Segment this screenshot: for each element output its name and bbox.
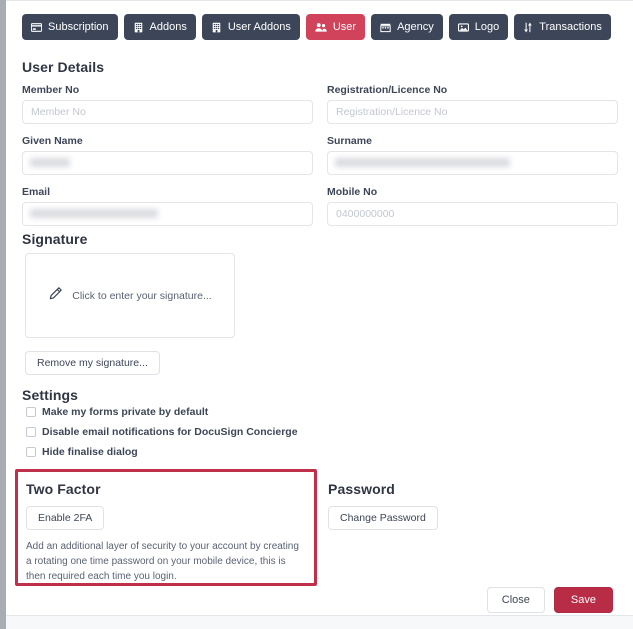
user-details-section: User Details Member No Registration/Lice… [22, 59, 619, 237]
surname-input[interactable] [327, 151, 618, 175]
checkbox-disable-email-notifications[interactable] [26, 427, 36, 437]
tab-transactions[interactable]: Transactions [514, 14, 611, 40]
given-name-label: Given Name [22, 135, 83, 147]
tab-user-label: User [332, 20, 357, 33]
two-factor-section: Two Factor Enable 2FA Add an additional … [26, 481, 306, 584]
tab-user-addons-label: User Addons [227, 20, 291, 33]
settings-heading: Settings [22, 387, 79, 403]
tab-subscription[interactable]: Subscription [22, 14, 118, 40]
users-icon [315, 22, 327, 33]
field-member-no: Member No [22, 84, 313, 124]
setting-label-disable-email-notifications: Disable email notifications for DocuSign… [42, 426, 298, 438]
mobile-no-input[interactable] [327, 202, 618, 226]
mobile-no-label: Mobile No [327, 186, 378, 198]
surname-label: Surname [327, 135, 372, 147]
setting-label-forms-private: Make my forms private by default [42, 406, 209, 418]
tab-addons[interactable]: Addons [123, 14, 196, 40]
field-mobile-no: Mobile No [327, 186, 618, 226]
setting-row-hide-finalise-dialog[interactable]: Hide finalise dialog [26, 446, 298, 458]
registration-no-input[interactable] [327, 100, 618, 124]
tab-addons-label: Addons [149, 20, 187, 33]
tab-user-addons[interactable]: User Addons [201, 14, 300, 40]
user-details-heading: User Details [22, 59, 105, 75]
field-given-name: Given Name [22, 135, 313, 175]
close-button[interactable]: Close [486, 587, 545, 613]
checkbox-hide-finalise-dialog[interactable] [26, 447, 36, 457]
page-footer-bar [6, 615, 633, 629]
checkbox-forms-private[interactable] [26, 407, 36, 417]
setting-row-forms-private[interactable]: Make my forms private by default [26, 406, 298, 418]
given-name-input[interactable] [22, 151, 313, 175]
page-content: Subscription Addons User Addons User Age… [6, 1, 633, 615]
building-icon [133, 22, 144, 33]
image-icon [457, 22, 469, 33]
tab-subscription-label: Subscription [48, 20, 109, 33]
signature-heading: Signature [22, 231, 88, 247]
member-no-label: Member No [22, 84, 80, 96]
field-email: Email [22, 186, 313, 226]
save-button[interactable]: Save [553, 587, 613, 613]
pencil-icon [48, 286, 63, 306]
dialog-actions: Close Save [486, 587, 613, 613]
email-label: Email [22, 186, 51, 198]
remove-signature-button[interactable]: Remove my signature... [25, 351, 160, 375]
two-factor-description: Add an additional layer of security to y… [26, 541, 299, 582]
store-icon [380, 22, 391, 33]
two-factor-heading: Two Factor [26, 481, 101, 497]
change-password-button[interactable]: Change Password [328, 506, 438, 530]
enable-2fa-button[interactable]: Enable 2FA [26, 506, 105, 530]
tab-logo-label: Logo [474, 20, 500, 33]
password-heading: Password [328, 481, 395, 497]
user-settings-page: Subscription Addons User Addons User Age… [0, 0, 633, 629]
section-tabs: Subscription Addons User Addons User Age… [22, 14, 611, 40]
credit-card-icon [31, 22, 42, 33]
setting-row-disable-email-notifications[interactable]: Disable email notifications for DocuSign… [26, 426, 298, 438]
setting-label-hide-finalise-dialog: Hide finalise dialog [42, 446, 138, 458]
tab-user[interactable]: User [305, 14, 366, 40]
building-icon [211, 22, 222, 33]
tab-agency-label: Agency [397, 20, 434, 33]
email-input[interactable] [22, 202, 313, 226]
signature-placeholder-text: Click to enter your signature... [72, 289, 212, 302]
registration-no-label: Registration/Licence No [327, 84, 448, 96]
field-registration-no: Registration/Licence No [327, 84, 618, 124]
signature-section: Click to enter your signature... Remove … [25, 253, 235, 375]
field-surname: Surname [327, 135, 618, 175]
settings-section: Make my forms private by default Disable… [26, 406, 298, 466]
signature-canvas[interactable]: Click to enter your signature... [25, 253, 235, 338]
password-section: Password Change Password [328, 481, 608, 530]
tab-agency[interactable]: Agency [371, 14, 443, 40]
member-no-input[interactable] [22, 100, 313, 124]
tab-logo[interactable]: Logo [448, 14, 509, 40]
sort-arrows-icon [523, 22, 533, 33]
tab-transactions-label: Transactions [539, 20, 602, 33]
